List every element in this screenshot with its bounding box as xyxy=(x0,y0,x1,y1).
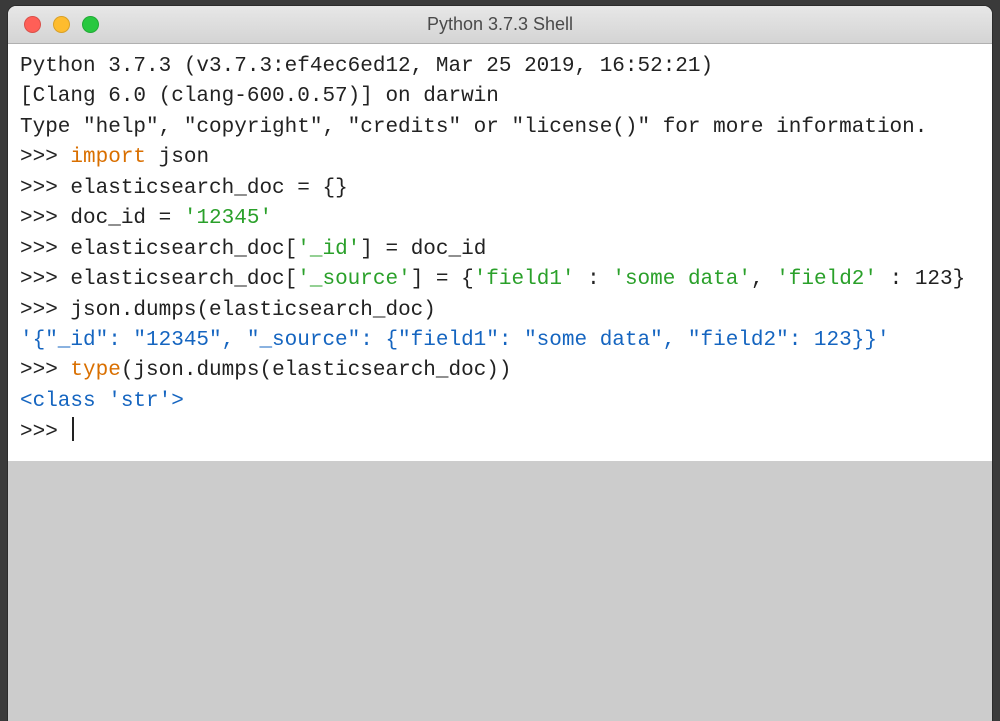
prompt: >>> xyxy=(20,238,70,261)
string: 'field1' xyxy=(474,268,575,291)
code: (json.dumps(elasticsearch_doc)) xyxy=(121,359,512,382)
code: json xyxy=(146,146,209,169)
prompt: >>> xyxy=(20,146,70,169)
shell-content[interactable]: Python 3.7.3 (v3.7.3:ef4ec6ed12, Mar 25 … xyxy=(8,44,992,461)
output-string: '{"_id": "12345", "_source": {"field1": … xyxy=(20,329,890,352)
titlebar: Python 3.7.3 Shell xyxy=(8,6,992,44)
code: ] = { xyxy=(411,268,474,291)
minimize-icon[interactable] xyxy=(53,16,70,33)
window-title: Python 3.7.3 Shell xyxy=(8,14,992,35)
code: elasticsearch_doc[ xyxy=(70,268,297,291)
prompt: >>> xyxy=(20,421,70,444)
code: elasticsearch_doc[ xyxy=(70,238,297,261)
empty-area xyxy=(8,461,992,721)
cursor xyxy=(72,417,74,441)
string: '_source' xyxy=(297,268,410,291)
keyword-type: type xyxy=(70,359,120,382)
prompt: >>> xyxy=(20,207,70,230)
string: 'some data' xyxy=(612,268,751,291)
string: 'field2' xyxy=(776,268,877,291)
zoom-icon[interactable] xyxy=(82,16,99,33)
banner-line: [Clang 6.0 (clang-600.0.57)] on darwin xyxy=(20,85,499,108)
code: ] = doc_id xyxy=(360,238,486,261)
string: '_id' xyxy=(297,238,360,261)
output-class: <class 'str'> xyxy=(20,390,184,413)
traffic-lights xyxy=(8,16,99,33)
code: , xyxy=(751,268,776,291)
string: '12345' xyxy=(184,207,272,230)
prompt: >>> xyxy=(20,299,70,322)
prompt: >>> xyxy=(20,177,70,200)
banner-line: Python 3.7.3 (v3.7.3:ef4ec6ed12, Mar 25 … xyxy=(20,55,726,78)
code: doc_id = xyxy=(70,207,183,230)
code: : 123} xyxy=(877,268,965,291)
prompt: >>> xyxy=(20,268,70,291)
code: : xyxy=(575,268,613,291)
banner-line: Type "help", "copyright", "credits" or "… xyxy=(20,116,927,139)
prompt: >>> xyxy=(20,359,70,382)
keyword-import: import xyxy=(70,146,146,169)
close-icon[interactable] xyxy=(24,16,41,33)
code: json.dumps(elasticsearch_doc) xyxy=(70,299,435,322)
code: elasticsearch_doc = {} xyxy=(70,177,347,200)
app-window: Python 3.7.3 Shell Python 3.7.3 (v3.7.3:… xyxy=(8,6,992,721)
